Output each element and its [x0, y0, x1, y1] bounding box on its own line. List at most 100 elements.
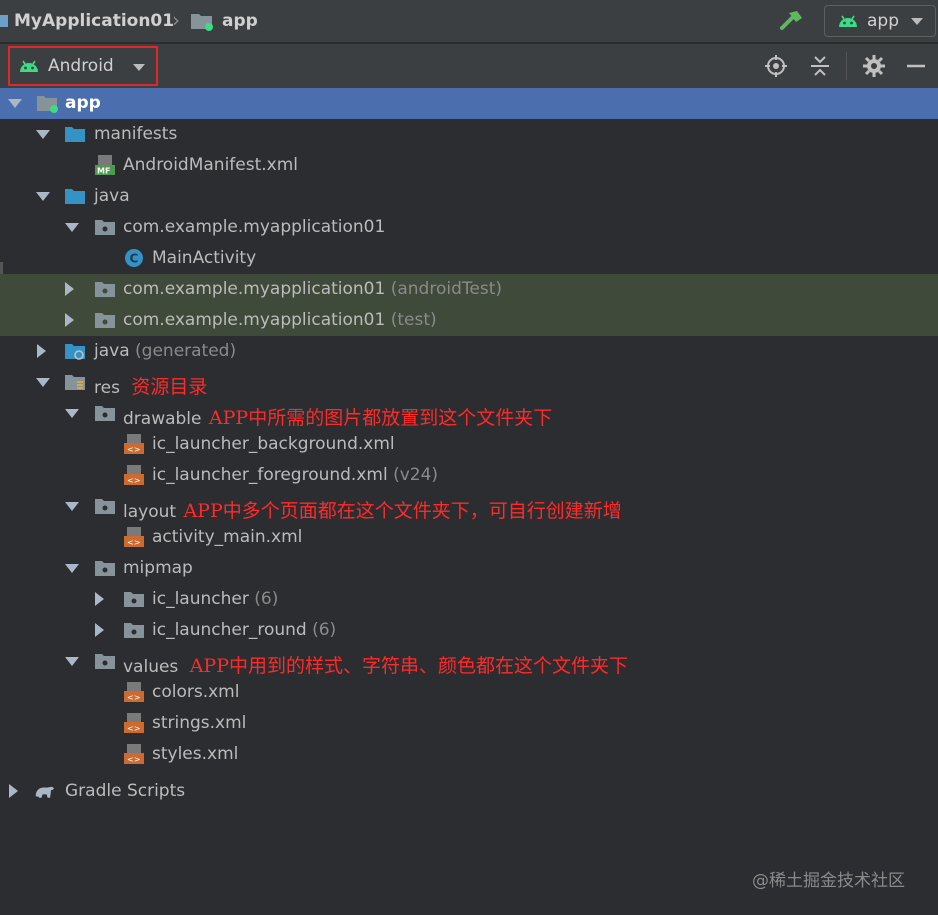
run-config-selector[interactable]: app [824, 5, 936, 37]
tree-item-java[interactable]: java [0, 181, 938, 212]
tree-item-app[interactable]: app [0, 88, 938, 119]
tree-item-label: Gradle Scripts [65, 781, 186, 801]
xml-file-icon: <> [124, 434, 144, 454]
tree-item-gradle-scripts[interactable]: Gradle Scripts [0, 776, 938, 807]
expand-arrow-icon[interactable] [65, 220, 79, 234]
tree-item-main-activity[interactable]: C MainActivity [0, 243, 938, 274]
chevron-down-icon [133, 64, 145, 71]
breadcrumb-separator: › [172, 8, 180, 32]
expand-arrow-icon[interactable] [65, 406, 79, 420]
tree-item-colors[interactable]: <> colors.xml [0, 677, 938, 708]
navigation-bar: MyApplication01 › app app [0, 0, 938, 43]
tree-item-label: mipmap [123, 558, 193, 578]
tree-item-label: ic_launcher_foreground.xml (v24) [152, 465, 438, 485]
package-icon [95, 654, 115, 669]
collapse-icon[interactable] [808, 54, 832, 78]
item-count: (6) [312, 620, 337, 640]
tree-item-java-generated[interactable]: java (generated) [0, 336, 938, 367]
package-icon [95, 561, 115, 576]
expand-arrow-icon[interactable] [6, 784, 20, 798]
package-icon [124, 623, 144, 638]
svg-text:<>: <> [127, 445, 140, 454]
tree-item-package-main[interactable]: com.example.myapplication01 [0, 212, 938, 243]
package-icon [124, 592, 144, 607]
svg-text:C: C [130, 252, 139, 266]
package-icon [95, 220, 115, 235]
tree-item-layout[interactable]: layout APP中多个页面都在这个文件夹下，可自行创建新增 [0, 491, 938, 522]
source-set-suffix: (androidTest) [390, 279, 502, 299]
tree-item-label: AndroidManifest.xml [123, 155, 299, 175]
tree-item-styles[interactable]: <> styles.xml [0, 739, 938, 770]
expand-arrow-icon[interactable] [36, 375, 50, 389]
package-icon [95, 313, 115, 328]
svg-text:<>: <> [127, 538, 140, 547]
tree-item-strings[interactable]: <> strings.xml [0, 708, 938, 739]
expand-arrow-icon[interactable] [65, 654, 79, 668]
minimize-icon[interactable] [904, 54, 928, 78]
view-mode-selector[interactable]: Android [8, 46, 158, 86]
resource-folder-icon [65, 375, 85, 390]
tree-item-package-android-test[interactable]: com.example.myapplication01 (androidTest… [0, 274, 938, 305]
expand-arrow-icon[interactable] [36, 189, 50, 203]
tree-item-label: com.example.myapplication01 [123, 217, 386, 237]
breadcrumb-project[interactable]: MyApplication01 [0, 9, 174, 33]
xml-file-icon: <> [124, 713, 144, 733]
tree-item-values[interactable]: values APP中用到的样式、字符串、颜色都在这个文件夹下 [0, 646, 938, 677]
project-tool-header: Android [0, 44, 938, 88]
annotation-layout: APP中多个页面都在这个文件夹下，可自行创建新增 [183, 500, 622, 522]
expand-arrow-icon[interactable] [62, 313, 76, 327]
tree-item-android-manifest[interactable]: MF AndroidManifest.xml [0, 150, 938, 181]
tree-item-ic-launcher-background[interactable]: <> ic_launcher_background.xml [0, 429, 938, 460]
expand-arrow-icon[interactable] [65, 561, 79, 575]
tree-item-label: app [65, 93, 101, 113]
package-icon [95, 406, 115, 421]
tree-item-manifests[interactable]: manifests [0, 119, 938, 150]
gear-icon[interactable] [862, 54, 886, 78]
xml-file-icon: <> [124, 682, 144, 702]
svg-text:<>: <> [127, 693, 140, 702]
tree-item-ic-launcher-foreground[interactable]: <> ic_launcher_foreground.xml (v24) [0, 460, 938, 491]
tree-item-activity-main[interactable]: <> activity_main.xml [0, 522, 938, 553]
svg-text:<>: <> [127, 755, 140, 764]
folder-name: drawable [123, 409, 202, 429]
watermark: @稀土掘金技术社区 [752, 871, 905, 891]
tree-item-label: manifests [94, 124, 178, 144]
tree-item-res[interactable]: res 资源目录 [0, 367, 938, 398]
tree-item-mipmap[interactable]: mipmap [0, 553, 938, 584]
breadcrumb-module[interactable]: app [190, 9, 258, 33]
folder-name: res [94, 378, 120, 398]
tree-item-label: com.example.myapplication01 (androidTest… [123, 279, 502, 299]
tree-item-label: values APP中用到的样式、字符串、颜色都在这个文件夹下 [123, 651, 628, 678]
expand-arrow-icon[interactable] [34, 344, 48, 358]
view-mode-label: Android [48, 56, 114, 76]
module-name: app [222, 11, 258, 31]
gradle-icon [35, 786, 54, 798]
tree-item-label: colors.xml [152, 682, 240, 702]
annotation-drawable: APP中所需的图片都放置到这个文件夹下 [208, 407, 553, 429]
locate-icon[interactable] [764, 54, 788, 78]
qualifier-suffix: (v24) [393, 465, 439, 485]
package-name: com.example.myapplication01 [123, 279, 386, 299]
tree-item-label: drawable APP中所需的图片都放置到这个文件夹下 [123, 403, 552, 430]
android-icon [20, 60, 38, 72]
expand-arrow-icon[interactable] [36, 127, 50, 141]
tree-item-label: com.example.myapplication01 (test) [123, 310, 437, 330]
item-count: (6) [254, 589, 279, 609]
expand-arrow-icon[interactable] [92, 623, 106, 637]
xml-file-icon: <> [124, 527, 144, 547]
expand-arrow-icon[interactable] [92, 592, 106, 606]
hammer-icon[interactable] [778, 8, 806, 34]
chevron-down-icon [911, 18, 923, 25]
folder-icon [65, 127, 85, 142]
generated-folder-icon [65, 344, 85, 360]
tree-item-package-test[interactable]: com.example.myapplication01 (test) [0, 305, 938, 336]
tree-item-ic-launcher-round[interactable]: ic_launcher_round (6) [0, 615, 938, 646]
tree-item-label: res 资源目录 [94, 372, 207, 399]
tree-item-ic-launcher[interactable]: ic_launcher (6) [0, 584, 938, 615]
expand-arrow-icon[interactable] [62, 282, 76, 296]
expand-arrow-icon[interactable] [65, 499, 79, 513]
expand-arrow-icon[interactable] [8, 96, 22, 110]
folder-name: ic_launcher [152, 589, 249, 609]
tree-item-drawable[interactable]: drawable APP中所需的图片都放置到这个文件夹下 [0, 398, 938, 429]
tree-item-label: activity_main.xml [152, 527, 303, 547]
